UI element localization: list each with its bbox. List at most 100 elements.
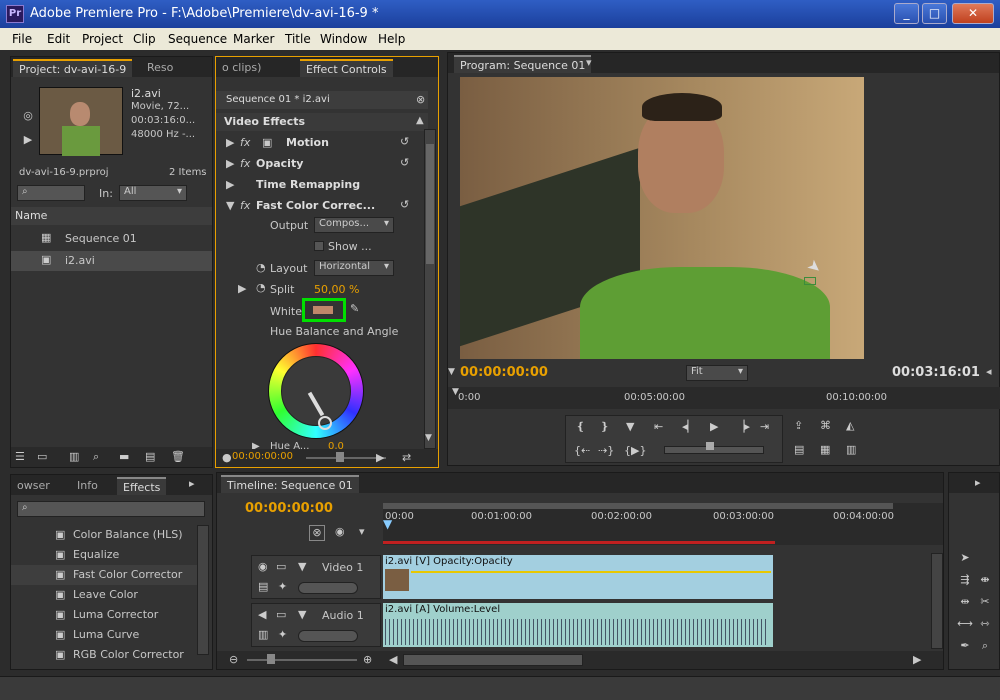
split-value[interactable]: 50,00 % <box>314 283 359 296</box>
expand-arrow-icon[interactable]: ▶ <box>226 178 234 191</box>
expand-arrow-icon[interactable]: ▶ <box>226 136 234 149</box>
effect-row-motion[interactable]: ▶ fx ▣ Motion ↺ <box>216 133 428 153</box>
current-timecode[interactable]: 00:00:00:00 <box>460 365 548 380</box>
zoom-slider[interactable] <box>306 457 386 459</box>
effect-row-time-remapping[interactable]: ▶ Time Remapping <box>216 175 428 195</box>
slide-tool-icon[interactable]: ⇿ <box>977 617 993 630</box>
go-to-next-marker-icon[interactable]: ⇢} <box>598 444 614 457</box>
delete-icon[interactable]: 🗑 <box>171 450 185 463</box>
play-icon[interactable]: ▶ <box>21 133 35 146</box>
scroll-down-icon[interactable]: ▼ <box>425 433 432 443</box>
horizontal-scroll-thumb[interactable] <box>403 654 583 666</box>
menu-file[interactable]: File <box>12 32 32 46</box>
keyframe-nav[interactable] <box>298 630 358 642</box>
expand-arrow-icon[interactable]: ▶ <box>238 282 246 295</box>
list-view-icon[interactable]: ☰ <box>15 450 25 463</box>
export-frame-icon[interactable]: ◭ <box>846 419 854 432</box>
playhead-icon[interactable]: ▼ <box>383 517 392 531</box>
name-column-header[interactable]: Name <box>11 207 212 225</box>
zoom-out-icon[interactable]: ⊖ <box>229 653 238 666</box>
speaker-icon[interactable]: ◀ <box>258 608 266 621</box>
collapse-icon[interactable]: ⊗ <box>416 93 425 106</box>
safe-margins-icon[interactable]: ▦ <box>820 443 830 456</box>
collapse-arrow-icon[interactable]: ▼ <box>226 199 234 212</box>
new-item-icon[interactable]: ▤ <box>145 450 155 463</box>
maximize-button[interactable]: □ <box>922 3 947 24</box>
tab-resource[interactable]: Reso <box>141 59 179 77</box>
work-area-bar[interactable] <box>383 503 893 509</box>
menu-title[interactable]: Title <box>285 32 311 46</box>
tab-effects[interactable]: Effects <box>117 477 167 495</box>
zoom-select[interactable]: Fit ▾ <box>686 365 748 381</box>
list-item[interactable]: ▣ Equalize <box>11 545 201 565</box>
effects-scrollbar[interactable] <box>197 525 209 655</box>
reset-icon[interactable]: ↺ <box>400 198 409 211</box>
display-style-icon[interactable]: ▤ <box>258 580 268 593</box>
keyframe-icon[interactable]: ✦ <box>278 580 287 593</box>
list-item[interactable]: ▣ Luma Corrector <box>11 605 201 625</box>
lock-icon[interactable]: ▭ <box>276 608 286 621</box>
list-item[interactable]: ▣ Color Balance (HLS) <box>11 525 201 545</box>
video-clip[interactable]: i2.avi [V] Opacity:Opacity <box>383 555 773 599</box>
tab-clips[interactable]: o clips) <box>216 59 267 77</box>
stopwatch-icon[interactable]: ◔ <box>256 261 266 274</box>
monitor-ruler[interactable]: ▼ 0:00 00:05:00:00 00:10:00:00 <box>448 387 1000 409</box>
reset-icon[interactable]: ↺ <box>400 135 409 148</box>
step-back-icon[interactable]: ◂▏ <box>682 420 696 433</box>
panel-menu-icon[interactable]: ▸ <box>189 477 195 490</box>
timeline-timecode[interactable]: 00:00:00:00 <box>245 501 333 516</box>
zoom-slider-handle[interactable] <box>336 452 344 462</box>
stopwatch-icon[interactable]: ◔ <box>256 281 266 294</box>
play-audio-icon[interactable]: ▶ <box>376 451 384 464</box>
set-marker-icon[interactable]: ▼ <box>626 420 634 433</box>
marker-icon[interactable]: ◉ <box>335 525 345 538</box>
mark-out-icon[interactable]: ❵ <box>600 420 609 433</box>
timeline-ruler[interactable]: 00:00 00:01:00:00 00:02:00:00 00:03:00:0… <box>383 503 943 545</box>
chevron-down-icon[interactable]: ▾ <box>586 56 592 69</box>
waveform-display-icon[interactable]: ▥ <box>258 628 268 641</box>
collapse-arrow-icon[interactable]: ▼ <box>298 608 306 621</box>
jog-shuttle[interactable] <box>664 446 764 454</box>
zoom-in-icon[interactable]: ⊕ <box>363 653 372 666</box>
settings-icon[interactable]: ◂ <box>986 365 992 378</box>
menu-edit[interactable]: Edit <box>47 32 70 46</box>
slip-tool-icon[interactable]: ⟷ <box>957 617 973 630</box>
shuttle-handle[interactable] <box>706 442 714 450</box>
zoom-tool-icon[interactable]: ⌕ <box>977 639 993 653</box>
tab-timeline[interactable]: Timeline: Sequence 01 <box>221 475 359 493</box>
effect-row-opacity[interactable]: ▶ fx Opacity ↺ <box>216 154 428 174</box>
tab-effect-controls[interactable]: Effect Controls <box>300 59 393 77</box>
scroll-left-icon[interactable]: ◀ <box>389 653 397 666</box>
audio-clip[interactable]: i2.avi [A] Volume:Level <box>383 603 773 647</box>
step-forward-icon[interactable]: ▕▸ <box>736 420 750 433</box>
rolling-edit-tool-icon[interactable]: ⇼ <box>977 573 993 586</box>
icon-view-icon[interactable]: ▭ <box>37 450 47 463</box>
tab-info[interactable]: Info <box>71 477 104 495</box>
find-icon[interactable]: ⌕ <box>93 450 99 464</box>
list-item[interactable]: ▣ RGB Color Corrector <box>11 645 201 661</box>
pen-tool-icon[interactable]: ✒ <box>957 639 973 652</box>
menu-clip[interactable]: Clip <box>133 32 156 46</box>
menu-help[interactable]: Help <box>378 32 405 46</box>
effect-row-fast-color-corrector[interactable]: ▼ fx Fast Color Correc... ↺ <box>216 196 428 216</box>
ripple-edit-tool-icon[interactable]: ⇹ <box>957 595 973 608</box>
zoom-slider-handle[interactable] <box>267 654 275 664</box>
go-to-out-icon[interactable]: ⇥ <box>760 420 769 433</box>
menu-marker[interactable]: Marker <box>233 32 274 46</box>
wheel-handle[interactable] <box>318 416 332 430</box>
zoom-slider[interactable] <box>247 659 357 661</box>
eyedropper-icon[interactable]: ✎ <box>350 302 359 315</box>
menu-sequence[interactable]: Sequence <box>168 32 227 46</box>
go-to-prev-marker-icon[interactable]: {⇠ <box>574 444 590 457</box>
fx-icon[interactable]: fx <box>240 199 250 212</box>
close-button[interactable]: ✕ <box>952 3 994 24</box>
show-checkbox[interactable] <box>314 241 324 251</box>
link-icon[interactable]: ▾ <box>359 525 365 538</box>
minimize-button[interactable]: _ <box>894 3 919 24</box>
output-select[interactable]: Compos... ▾ <box>314 217 394 233</box>
program-video-frame[interactable] <box>460 77 864 359</box>
snap-icon[interactable]: ⊗ <box>309 525 325 541</box>
collapse-arrow-icon[interactable]: ▼ <box>298 560 306 573</box>
list-item[interactable]: ▣ Leave Color <box>11 585 201 605</box>
fx-icon[interactable]: fx <box>240 136 250 149</box>
